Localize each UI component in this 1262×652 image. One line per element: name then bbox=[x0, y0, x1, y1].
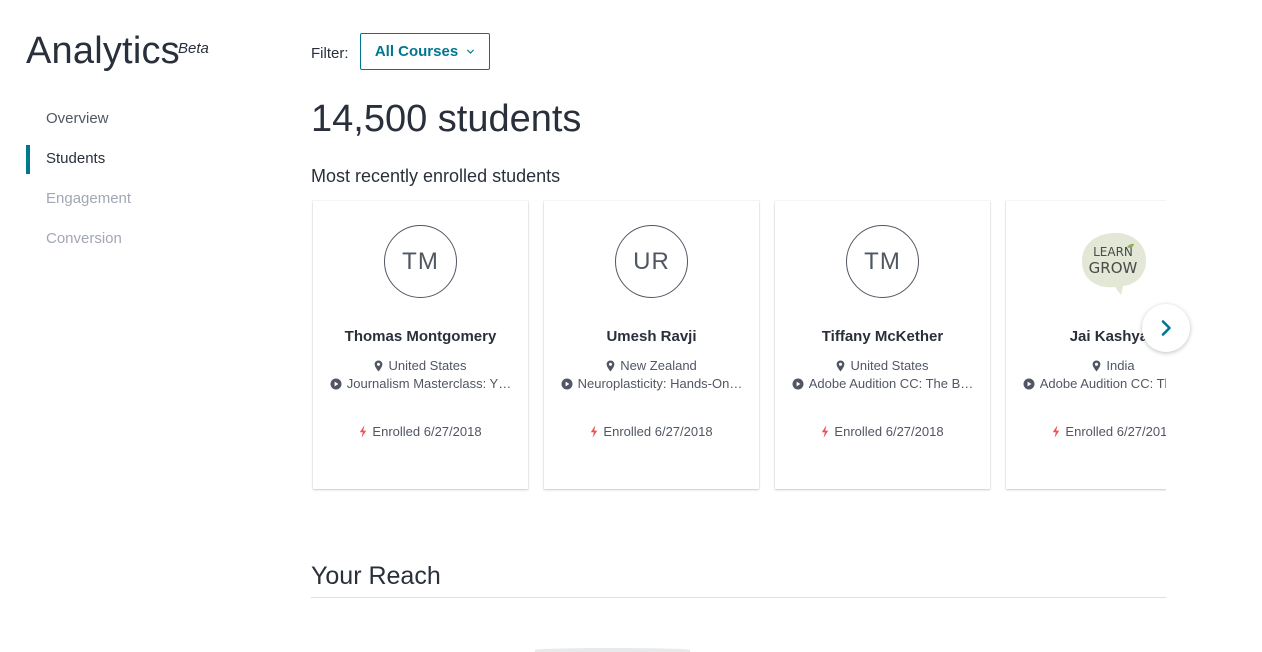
learn-and-grow-logo-avatar: LEARN GROW bbox=[1081, 232, 1147, 295]
enrolled-date: Enrolled 6/27/2018 bbox=[1020, 424, 1166, 439]
logo-text-learn: LEARN bbox=[1093, 245, 1133, 259]
lightning-bolt-icon bbox=[1053, 425, 1060, 438]
course-filter-dropdown[interactable]: All Courses bbox=[360, 33, 490, 70]
filter-selected-value: All Courses bbox=[374, 43, 459, 60]
course-text: Adobe Audition CC: The B… bbox=[1039, 376, 1166, 391]
map-pin-icon bbox=[375, 360, 383, 371]
enrolled-date: Enrolled 6/27/2018 bbox=[327, 424, 514, 439]
enrolled-text: Enrolled 6/27/2018 bbox=[834, 424, 944, 439]
play-circle-icon bbox=[1023, 378, 1035, 389]
course-text: Neuroplasticity: Hands-On… bbox=[577, 376, 743, 391]
student-course: Neuroplasticity: Hands-On… bbox=[558, 376, 745, 391]
student-course: Adobe Audition CC: The B… bbox=[789, 376, 976, 391]
student-country: United States bbox=[327, 358, 514, 373]
recent-students-carousel: TM Thomas Montgomery United States Journ… bbox=[311, 198, 1166, 494]
student-name: Tiffany McKether bbox=[821, 328, 944, 345]
enrolled-text: Enrolled 6/27/2018 bbox=[603, 424, 713, 439]
avatar: TM bbox=[846, 225, 919, 298]
student-country: New Zealand bbox=[558, 358, 745, 373]
sidebar-item-conversion: Conversion bbox=[46, 230, 122, 247]
student-card[interactable]: TM Tiffany McKether United States Adobe … bbox=[775, 201, 990, 489]
lightning-bolt-icon bbox=[822, 425, 829, 438]
beta-badge: Beta bbox=[178, 40, 209, 57]
play-circle-icon bbox=[330, 378, 342, 389]
chevron-right-icon bbox=[1161, 320, 1171, 336]
student-country: United States bbox=[789, 358, 976, 373]
student-course: Adobe Audition CC: The B… bbox=[1020, 376, 1166, 391]
sidebar-item-engagement: Engagement bbox=[46, 190, 132, 207]
reach-section-title: Your Reach bbox=[311, 562, 441, 590]
student-name: Thomas Montgomery bbox=[344, 328, 497, 345]
enrolled-text: Enrolled 6/27/2018 bbox=[372, 424, 482, 439]
play-circle-icon bbox=[561, 378, 573, 389]
country-text: United States bbox=[388, 358, 467, 373]
analytics-page: Analytics Beta Overview Students Engagem… bbox=[0, 0, 1262, 652]
student-card[interactable]: LEARN GROW Jai Kashyap India Adobe Audit… bbox=[1006, 201, 1166, 489]
lightning-bolt-icon bbox=[360, 425, 367, 438]
lightning-bolt-icon bbox=[591, 425, 598, 438]
student-card[interactable]: TM Thomas Montgomery United States Journ… bbox=[313, 201, 528, 489]
filter-label: Filter: bbox=[311, 45, 349, 62]
sidebar-item-students[interactable]: Students bbox=[26, 143, 246, 175]
country-text: United States bbox=[850, 358, 929, 373]
student-card[interactable]: UR Umesh Ravji New Zealand Neuroplastici… bbox=[544, 201, 759, 489]
enrolled-date: Enrolled 6/27/2018 bbox=[789, 424, 976, 439]
recent-students-heading: Most recently enrolled students bbox=[311, 166, 561, 186]
student-count: 14,500 students bbox=[311, 98, 582, 140]
chevron-down-icon bbox=[467, 49, 475, 54]
enrolled-date: Enrolled 6/27/2018 bbox=[558, 424, 745, 439]
map-pin-icon bbox=[1092, 360, 1101, 371]
avatar: UR bbox=[615, 225, 688, 298]
page-title: Analytics bbox=[26, 30, 180, 72]
play-circle-icon bbox=[792, 378, 804, 389]
section-divider bbox=[311, 597, 1166, 598]
logo-text-grow: GROW bbox=[1089, 259, 1138, 277]
reach-chart-top-edge bbox=[535, 648, 690, 652]
sidebar-item-overview[interactable]: Overview bbox=[26, 103, 246, 135]
sidebar-nav: Overview Students Engagement Conversion bbox=[26, 103, 246, 263]
map-pin-icon bbox=[837, 360, 845, 371]
student-name: Umesh Ravji bbox=[606, 328, 697, 345]
carousel-next-button[interactable] bbox=[1142, 304, 1190, 352]
map-pin-icon bbox=[606, 360, 615, 371]
student-country: India bbox=[1020, 358, 1166, 373]
country-text: New Zealand bbox=[620, 358, 697, 373]
student-course: Journalism Masterclass: Y… bbox=[327, 376, 514, 391]
course-text: Adobe Audition CC: The B… bbox=[808, 376, 974, 391]
country-text: India bbox=[1106, 358, 1135, 373]
avatar: TM bbox=[384, 225, 457, 298]
course-text: Journalism Masterclass: Y… bbox=[346, 376, 512, 391]
enrolled-text: Enrolled 6/27/2018 bbox=[1065, 424, 1166, 439]
